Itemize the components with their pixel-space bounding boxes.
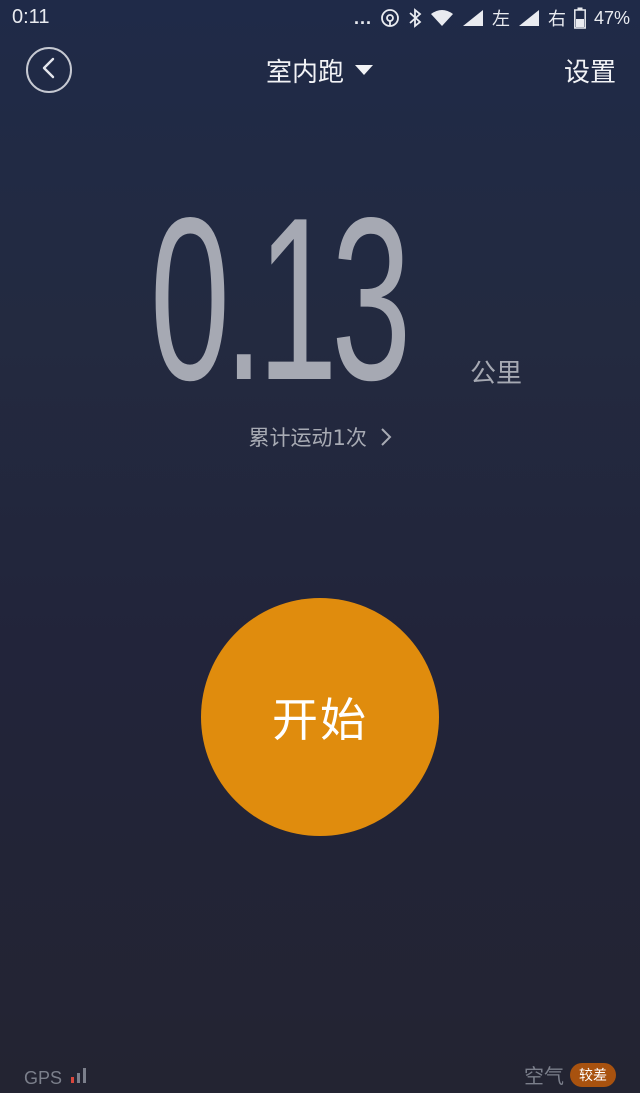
sim2-label: 右 bbox=[547, 9, 566, 29]
air-quality-indicator: 空气 较差 bbox=[524, 1060, 616, 1089]
air-quality-badge: 较差 bbox=[570, 1062, 616, 1087]
back-button[interactable] bbox=[26, 47, 72, 93]
chevron-right-icon bbox=[380, 427, 392, 452]
run-mode-label: 室内跑 bbox=[265, 58, 344, 88]
settings-button[interactable]: 设置 bbox=[564, 52, 616, 89]
start-button-label: 开始 bbox=[272, 693, 368, 747]
gps-indicator: GPS bbox=[24, 1066, 88, 1089]
total-workouts-link[interactable]: 累计运动1次 bbox=[0, 422, 640, 452]
distance-unit: 公里 bbox=[470, 359, 523, 389]
status-bar: 0:11 ... 左 右 47% bbox=[0, 0, 640, 36]
top-bar: 室内跑 设置 bbox=[0, 44, 640, 100]
total-workouts-label: 累计运动1次 bbox=[248, 426, 367, 450]
chevron-left-icon bbox=[41, 57, 57, 83]
gps-signal-icon bbox=[70, 1066, 88, 1089]
sim1-label: 左 bbox=[491, 9, 510, 29]
overflow-dots: ... bbox=[353, 7, 372, 28]
bluetooth-icon bbox=[408, 8, 422, 28]
battery-level: 47% bbox=[593, 7, 630, 28]
battery-icon bbox=[574, 7, 586, 29]
distance-value: 0.13 bbox=[150, 170, 411, 429]
signal-icon-sim1 bbox=[462, 9, 484, 27]
run-mode-selector[interactable]: 室内跑 bbox=[220, 52, 420, 89]
start-button[interactable]: 开始 bbox=[201, 598, 439, 836]
gps-label: GPS bbox=[24, 1068, 63, 1088]
wifi-icon bbox=[430, 9, 454, 27]
hotspot-icon bbox=[380, 8, 400, 28]
signal-icon-sim2 bbox=[518, 9, 540, 27]
status-icons: ... 左 右 47% bbox=[354, 4, 630, 32]
air-label: 空气 bbox=[524, 1064, 564, 1088]
distance-display: 0.13 公里 bbox=[0, 170, 640, 429]
status-time: 0:11 bbox=[12, 6, 50, 28]
caret-down-icon bbox=[354, 61, 374, 80]
